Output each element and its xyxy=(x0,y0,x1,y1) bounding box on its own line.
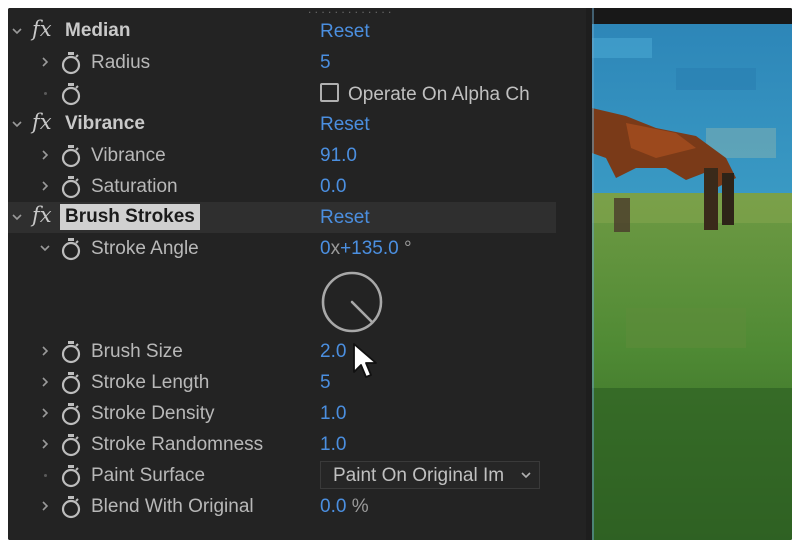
effect-median-header[interactable]: fx Median Reset xyxy=(8,16,556,47)
param-label: Stroke Angle xyxy=(91,238,199,259)
param-value[interactable]: 1.0 xyxy=(320,434,346,456)
stopwatch-icon[interactable] xyxy=(60,237,82,261)
param-label: Saturation xyxy=(91,176,178,197)
panel-header-fragment: . . . . . . . . . . . . . xyxy=(308,8,392,16)
chevron-right-icon[interactable] xyxy=(38,375,52,389)
stopwatch-icon[interactable] xyxy=(60,175,82,199)
reset-link[interactable]: Reset xyxy=(320,114,370,136)
chevron-right-icon[interactable] xyxy=(38,437,52,451)
chevron-right-icon[interactable] xyxy=(38,148,52,162)
param-label: Vibrance xyxy=(91,145,166,166)
param-blend-with-original[interactable]: Blend With Original 0.0 % xyxy=(8,491,556,522)
param-value[interactable]: 5 xyxy=(320,372,331,394)
dropdown-selected-value: Paint On Original Im xyxy=(333,465,505,486)
param-label: Blend With Original xyxy=(91,496,254,517)
angle-value[interactable]: 0x+135.0 ° xyxy=(320,238,412,260)
param-stroke-length[interactable]: Stroke Length 5 xyxy=(8,367,556,398)
chevron-down-icon[interactable] xyxy=(38,241,52,255)
param-vibrance[interactable]: Vibrance 91.0 xyxy=(8,140,556,171)
param-saturation[interactable]: Saturation 0.0 xyxy=(8,171,556,202)
bullet-dot xyxy=(44,92,47,95)
angle-degrees[interactable]: +135.0 xyxy=(340,238,399,259)
composition-viewer[interactable] xyxy=(586,8,792,540)
stopwatch-icon[interactable] xyxy=(60,371,82,395)
stopwatch-icon[interactable] xyxy=(60,433,82,457)
param-label: Stroke Randomness xyxy=(91,434,264,455)
param-label: Brush Size xyxy=(91,341,183,362)
chevron-right-icon[interactable] xyxy=(38,179,52,193)
composition-preview-image xyxy=(586,8,792,540)
param-label: Radius xyxy=(91,52,151,73)
fx-icon[interactable]: fx xyxy=(32,17,52,41)
reset-link[interactable]: Reset xyxy=(320,207,370,229)
param-label: Stroke Density xyxy=(91,403,215,424)
degree-unit: ° xyxy=(404,238,412,259)
mouse-cursor-icon xyxy=(353,343,377,378)
alpha-checkbox[interactable] xyxy=(320,83,339,102)
param-operate-on-alpha: Operate On Alpha Ch xyxy=(8,78,556,109)
fx-icon[interactable]: fx xyxy=(32,110,52,134)
param-value[interactable]: 0.0 % xyxy=(320,496,369,518)
stopwatch-icon[interactable] xyxy=(60,144,82,168)
effect-name: Vibrance xyxy=(65,113,145,134)
paint-surface-dropdown[interactable]: Paint On Original Im xyxy=(320,461,540,489)
effect-name-selected[interactable]: Brush Strokes xyxy=(60,204,200,230)
chevron-down-icon xyxy=(521,472,531,479)
bullet-dot xyxy=(44,474,47,477)
effect-name: Median xyxy=(65,20,131,41)
param-label: Paint Surface xyxy=(91,465,206,486)
stopwatch-icon[interactable] xyxy=(60,51,82,75)
stopwatch-icon[interactable] xyxy=(60,402,82,426)
param-stroke-randomness[interactable]: Stroke Randomness 1.0 xyxy=(8,429,556,460)
angle-x-separator: x xyxy=(330,238,341,259)
chevron-right-icon[interactable] xyxy=(38,344,52,358)
percent-unit: % xyxy=(351,496,369,517)
param-stroke-density[interactable]: Stroke Density 1.0 xyxy=(8,398,556,429)
param-value[interactable]: 0.0 xyxy=(320,176,346,198)
effect-controls-window: . . . . . . . . . . . . . fx Median Rese… xyxy=(8,8,792,540)
param-radius[interactable]: Radius 5 xyxy=(8,47,556,78)
chevron-right-icon[interactable] xyxy=(38,406,52,420)
stopwatch-icon[interactable] xyxy=(60,340,82,364)
chevron-right-icon[interactable] xyxy=(38,55,52,69)
stopwatch-icon[interactable] xyxy=(60,464,82,488)
angle-dial[interactable] xyxy=(318,268,386,336)
blend-value[interactable]: 0.0 xyxy=(320,496,346,517)
param-brush-size[interactable]: Brush Size 2.0 xyxy=(8,336,556,367)
effect-vibrance-header[interactable]: fx Vibrance Reset xyxy=(8,109,556,140)
param-value[interactable]: 1.0 xyxy=(320,403,346,425)
effect-controls-panel: . . . . . . . . . . . . . fx Median Rese… xyxy=(8,8,582,540)
chevron-down-icon[interactable] xyxy=(10,117,24,131)
checkbox-label: Operate On Alpha Ch xyxy=(348,84,530,105)
param-paint-surface[interactable]: Paint Surface Paint On Original Im xyxy=(8,460,556,491)
stopwatch-icon[interactable] xyxy=(60,82,82,106)
param-stroke-angle[interactable]: Stroke Angle 0x+135.0 ° xyxy=(8,233,556,264)
angle-turns[interactable]: 0 xyxy=(320,238,331,259)
param-value[interactable]: 91.0 xyxy=(320,145,357,167)
chevron-down-icon[interactable] xyxy=(10,210,24,224)
chevron-right-icon[interactable] xyxy=(38,499,52,513)
reset-link[interactable]: Reset xyxy=(320,21,370,43)
param-label: Stroke Length xyxy=(91,372,210,393)
effect-brush-strokes-header[interactable]: fx Brush Strokes Reset xyxy=(8,202,556,233)
chevron-down-icon[interactable] xyxy=(10,24,24,38)
stopwatch-icon[interactable] xyxy=(60,495,82,519)
param-value[interactable]: 5 xyxy=(320,52,331,74)
param-value[interactable]: 2.0 xyxy=(320,341,346,363)
fx-icon[interactable]: fx xyxy=(32,203,52,227)
